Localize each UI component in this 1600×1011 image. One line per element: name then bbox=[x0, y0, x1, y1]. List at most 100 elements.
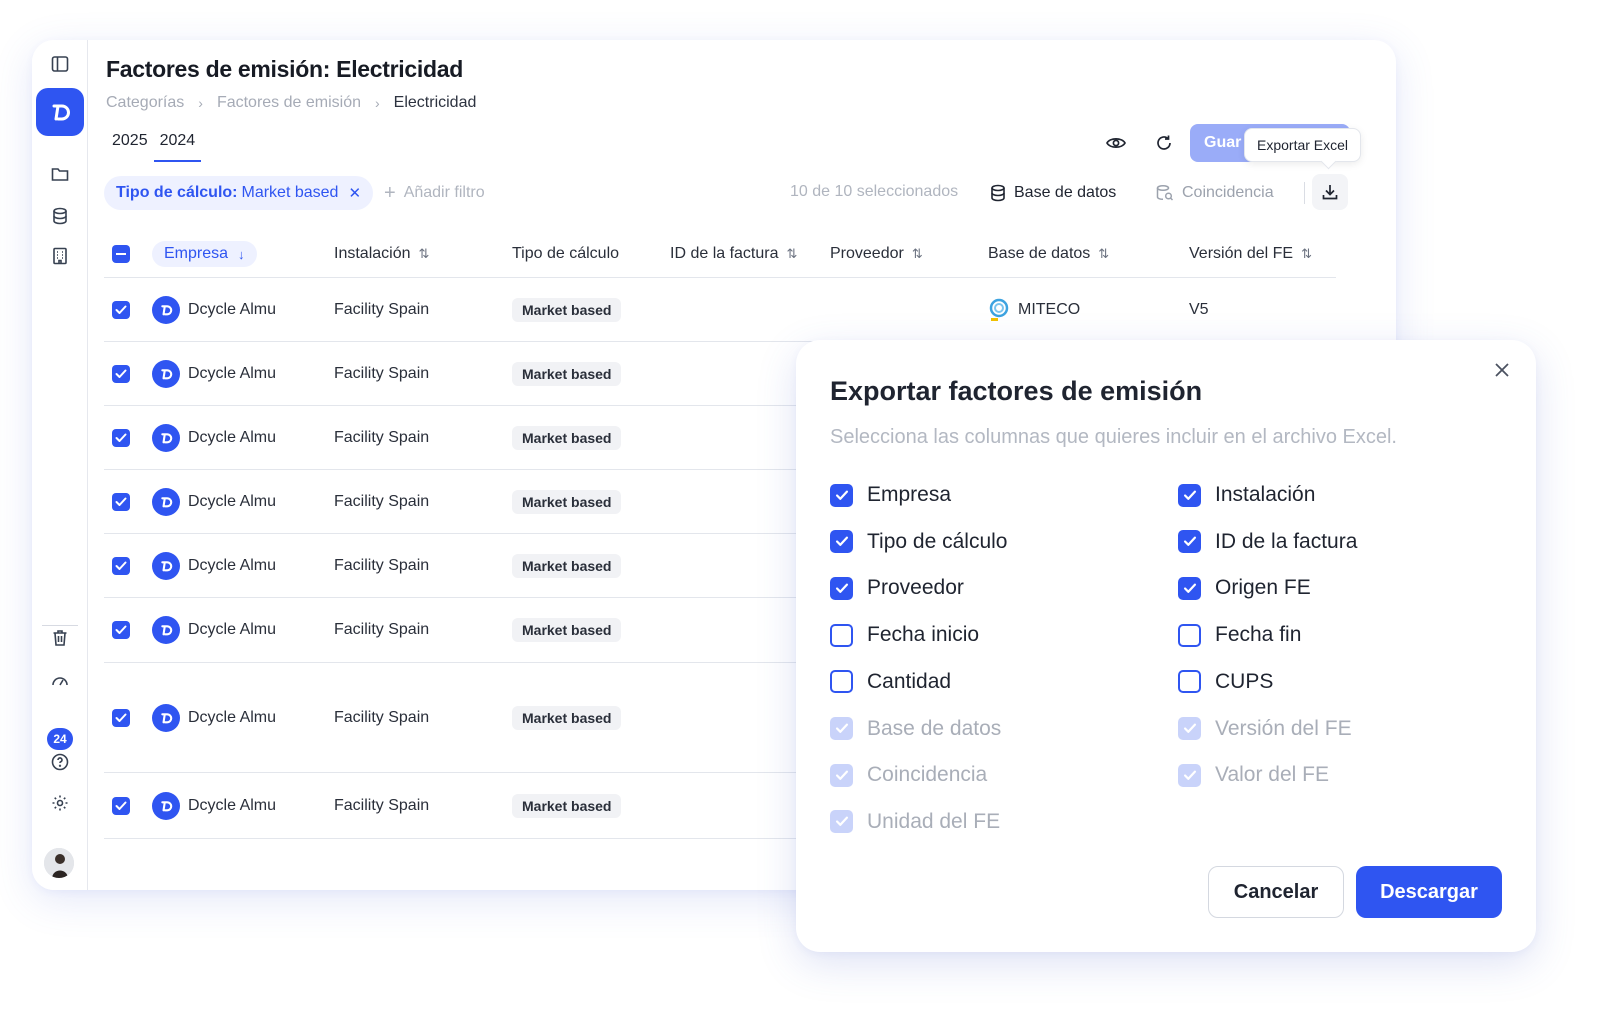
row-checkbox[interactable] bbox=[112, 708, 130, 727]
column-header-proveedor[interactable]: Proveedor ⇅ bbox=[830, 230, 923, 278]
option-checkbox bbox=[830, 763, 853, 787]
row-checkbox[interactable] bbox=[112, 428, 130, 447]
facility-cell: Facility Spain bbox=[334, 621, 430, 638]
close-icon[interactable] bbox=[1490, 358, 1514, 382]
app-logo[interactable] bbox=[36, 88, 84, 136]
export-option[interactable]: Tipo de cálculo bbox=[830, 530, 1007, 554]
version-cell: V5 bbox=[1189, 300, 1209, 318]
export-option[interactable]: Instalación bbox=[1178, 483, 1315, 507]
export-option[interactable]: Empresa bbox=[830, 483, 951, 507]
company-cell: Dcycle Almu bbox=[152, 703, 276, 732]
match-button[interactable]: Coincidencia bbox=[1156, 176, 1274, 210]
notification-badge[interactable]: 24 bbox=[47, 728, 73, 750]
row-checkbox[interactable] bbox=[112, 556, 130, 575]
match-label: Coincidencia bbox=[1182, 184, 1274, 201]
trash-icon[interactable] bbox=[48, 626, 72, 650]
gauge-icon[interactable] bbox=[48, 668, 72, 692]
column-header-tipo[interactable]: Tipo de cálculo bbox=[512, 230, 619, 278]
sort-icon: ⇅ bbox=[911, 246, 923, 261]
option-label: CUPS bbox=[1215, 669, 1274, 693]
breadcrumb-item-current: Electricidad bbox=[393, 94, 477, 111]
company-logo-icon bbox=[152, 295, 180, 324]
row-checkbox[interactable] bbox=[112, 364, 130, 383]
calc-type-badge: Market based bbox=[512, 425, 622, 450]
option-checkbox[interactable] bbox=[1178, 670, 1201, 694]
refresh-icon[interactable] bbox=[1150, 129, 1178, 157]
eye-icon[interactable] bbox=[1102, 129, 1130, 157]
download-submit-button[interactable]: Descargar bbox=[1356, 866, 1502, 918]
column-label: Proveedor bbox=[830, 245, 904, 262]
avatar[interactable] bbox=[44, 848, 74, 878]
building-icon[interactable] bbox=[48, 244, 72, 268]
add-filter-button[interactable]: + Añadir filtro bbox=[384, 176, 485, 210]
column-label: ID de la factura bbox=[670, 245, 779, 262]
column-header-base-datos[interactable]: Base de datos ⇅ bbox=[988, 230, 1109, 278]
facility-cell: Facility Spain bbox=[334, 428, 430, 446]
option-checkbox[interactable] bbox=[830, 670, 853, 694]
cancel-button[interactable]: Cancelar bbox=[1208, 866, 1344, 918]
tab-2024[interactable]: 2024 bbox=[153, 132, 202, 162]
export-option: Valor del FE bbox=[1178, 763, 1329, 787]
sort-icon: ⇅ bbox=[786, 246, 798, 261]
export-option[interactable]: Fecha inicio bbox=[830, 623, 979, 647]
download-button[interactable] bbox=[1312, 174, 1348, 210]
option-checkbox[interactable] bbox=[830, 576, 853, 600]
export-option[interactable]: Fecha fin bbox=[1178, 623, 1301, 647]
option-checkbox bbox=[1178, 717, 1201, 740]
column-header-id-factura[interactable]: ID de la factura ⇅ bbox=[670, 230, 797, 278]
calc-type-cell: Market based bbox=[512, 553, 622, 578]
option-checkbox[interactable] bbox=[1178, 623, 1201, 647]
help-icon[interactable] bbox=[48, 750, 72, 774]
database-cell: MITECO bbox=[988, 298, 1080, 322]
company-logo-icon bbox=[152, 423, 180, 452]
breadcrumb-item-factores[interactable]: Factores de emisión bbox=[217, 94, 361, 112]
export-option: Base de datos bbox=[830, 717, 1001, 741]
row-checkbox[interactable] bbox=[112, 621, 130, 639]
option-checkbox[interactable] bbox=[1178, 530, 1201, 554]
row-checkbox[interactable] bbox=[112, 796, 130, 815]
database-icon[interactable] bbox=[48, 204, 72, 228]
settings-icon[interactable] bbox=[48, 791, 72, 815]
company-logo-icon bbox=[152, 487, 180, 516]
table-row[interactable]: Dcycle Almu Facility Spain Market based MIT… bbox=[104, 278, 1336, 342]
calc-type-badge: Market based bbox=[512, 489, 622, 514]
company-name: Dcycle Almu bbox=[188, 796, 277, 814]
filter-chip[interactable]: Tipo de cálculo: Market based ✕ bbox=[104, 176, 374, 210]
option-checkbox[interactable] bbox=[830, 623, 853, 647]
export-option[interactable]: Cantidad bbox=[830, 670, 951, 694]
column-header-empresa[interactable]: Empresa ↓ bbox=[152, 230, 257, 278]
database-button[interactable]: Base de datos bbox=[990, 176, 1116, 210]
breadcrumb-item-categorias[interactable]: Categorías bbox=[106, 94, 184, 112]
row-checkbox[interactable] bbox=[112, 300, 130, 319]
calc-type-badge: Market based bbox=[512, 793, 622, 818]
export-option[interactable]: Origen FE bbox=[1178, 576, 1311, 600]
column-header-version[interactable]: Versión del FE ⇅ bbox=[1189, 230, 1312, 278]
sidebar-toggle-icon[interactable] bbox=[48, 52, 72, 76]
export-option[interactable]: Proveedor bbox=[830, 576, 964, 600]
export-option: Unidad del FE bbox=[830, 810, 1000, 834]
option-checkbox[interactable] bbox=[1178, 576, 1201, 600]
database-label: Base de datos bbox=[1014, 184, 1117, 201]
column-header-instalacion[interactable]: Instalación ⇅ bbox=[334, 230, 429, 278]
company-cell: Dcycle Almu bbox=[152, 295, 276, 324]
export-option[interactable]: ID de la factura bbox=[1178, 530, 1357, 554]
facility-cell: Facility Spain bbox=[334, 492, 430, 510]
database-name: MITECO bbox=[1018, 300, 1081, 318]
calc-type-cell: Market based bbox=[512, 297, 622, 322]
table-header: Empresa ↓ Instalación ⇅ Tipo de cálculo … bbox=[104, 230, 1336, 278]
folder-icon[interactable] bbox=[48, 162, 72, 186]
option-label: ID de la factura bbox=[1215, 529, 1358, 553]
option-checkbox[interactable] bbox=[830, 483, 853, 507]
option-checkbox[interactable] bbox=[1178, 483, 1201, 507]
close-icon[interactable]: ✕ bbox=[348, 184, 361, 202]
option-label: Origen FE bbox=[1215, 576, 1311, 600]
option-checkbox[interactable] bbox=[830, 530, 853, 554]
database-search-icon bbox=[1156, 184, 1174, 201]
row-checkbox[interactable] bbox=[112, 492, 130, 511]
company-cell: Dcycle Almu bbox=[152, 487, 276, 516]
plus-icon: + bbox=[384, 181, 396, 204]
check-icon bbox=[112, 492, 130, 511]
select-all-checkbox[interactable] bbox=[112, 230, 130, 278]
export-option[interactable]: CUPS bbox=[1178, 670, 1273, 694]
tab-2025[interactable]: 2025 bbox=[106, 132, 154, 162]
